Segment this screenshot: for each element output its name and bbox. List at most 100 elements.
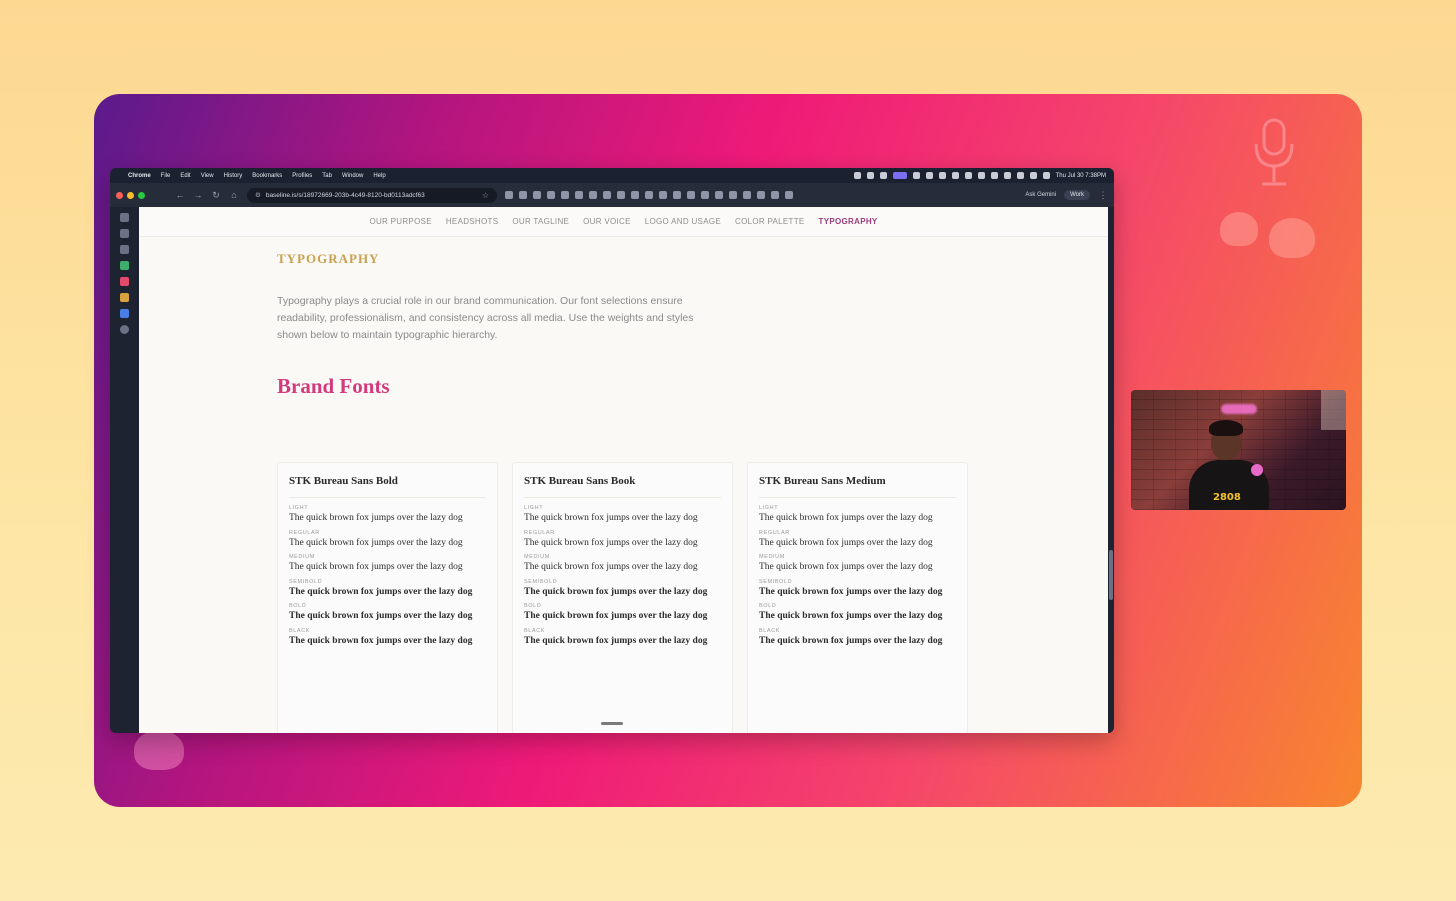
- minimize-window-button[interactable]: [127, 191, 134, 199]
- brand-fonts-heading: Brand Fonts: [277, 374, 390, 398]
- extension-icon[interactable]: [785, 191, 793, 199]
- nav-typography[interactable]: TYPOGRAPHY: [819, 217, 878, 226]
- tray-icon[interactable]: [990, 172, 998, 179]
- download-icon[interactable]: [771, 191, 779, 199]
- extension-icon[interactable]: [505, 191, 513, 199]
- extension-icon[interactable]: [575, 191, 583, 199]
- tray-icon[interactable]: [866, 172, 874, 179]
- sidebar-app-icon[interactable]: [119, 309, 129, 318]
- reload-icon[interactable]: ↻: [211, 190, 221, 201]
- ask-gemini-button[interactable]: Ask Gemini: [1025, 192, 1056, 198]
- sidebar-app-icon[interactable]: [119, 229, 129, 238]
- extension-icon[interactable]: [715, 191, 723, 199]
- browser-toolbar: ← → ↻ ⌂ ⚙ baseline.is/s/18972669-203b-4c…: [110, 183, 1114, 207]
- maximize-window-button[interactable]: [138, 191, 145, 199]
- tray-icon[interactable]: [853, 172, 861, 179]
- tray-icon[interactable]: [912, 172, 920, 179]
- forward-arrow-icon[interactable]: →: [193, 190, 203, 200]
- menu-profiles[interactable]: Profiles: [292, 173, 312, 179]
- sidebar-app-icon[interactable]: [119, 277, 129, 286]
- nav-our-voice[interactable]: OUR VOICE: [583, 217, 631, 226]
- wifi-icon[interactable]: [1016, 172, 1024, 179]
- font-name: STK Bureau Sans Bold: [289, 475, 486, 498]
- menu-help[interactable]: Help: [373, 173, 385, 179]
- font-sample: The quick brown fox jumps over the lazy …: [289, 635, 473, 646]
- add-icon[interactable]: [119, 325, 129, 334]
- sidebar-app-icon[interactable]: [119, 245, 129, 254]
- extension-icon[interactable]: [561, 191, 569, 199]
- menu-edit[interactable]: Edit: [180, 173, 190, 179]
- menu-tab[interactable]: Tab: [322, 173, 332, 179]
- section-intro: Typography plays a crucial role in our b…: [277, 295, 694, 341]
- font-sample: The quick brown fox jumps over the lazy …: [289, 611, 473, 621]
- vertical-scrollbar[interactable]: [1108, 207, 1114, 733]
- tray-icon[interactable]: [879, 172, 887, 179]
- font-card: STK Bureau Sans Book LIGHT The quick bro…: [512, 462, 733, 733]
- extension-icon[interactable]: [519, 191, 527, 199]
- extension-icon[interactable]: [645, 191, 653, 199]
- close-window-button[interactable]: [116, 191, 123, 199]
- extension-icon[interactable]: [659, 191, 667, 199]
- tray-icon[interactable]: [1003, 172, 1011, 179]
- webcam-overlay: 2808: [1131, 390, 1346, 510]
- more-menu-icon[interactable]: ⋮: [1098, 190, 1108, 201]
- tray-icon[interactable]: [964, 172, 972, 179]
- font-card: STK Bureau Sans Bold LIGHT The quick bro…: [277, 462, 498, 733]
- extension-icon[interactable]: [673, 191, 681, 199]
- address-bar[interactable]: ⚙ baseline.is/s/18972669-203b-4c49-8120-…: [247, 187, 497, 203]
- menu-window[interactable]: Window: [342, 173, 363, 179]
- font-sample: The quick brown fox jumps over the lazy …: [759, 611, 943, 621]
- nav-our-tagline[interactable]: OUR TAGLINE: [512, 217, 569, 226]
- extension-icon[interactable]: [631, 191, 639, 199]
- tray-icon[interactable]: [925, 172, 933, 179]
- sidebar-toggle-icon[interactable]: [119, 213, 129, 222]
- nav-color-palette[interactable]: COLOR PALETTE: [735, 217, 805, 226]
- extension-icon[interactable]: [743, 191, 751, 199]
- horizontal-scroll-indicator[interactable]: [601, 722, 623, 725]
- font-name: STK Bureau Sans Medium: [759, 475, 956, 498]
- tray-icon-highlight[interactable]: [892, 172, 907, 179]
- tray-icon[interactable]: [938, 172, 946, 179]
- browser-sidebar: [110, 207, 138, 733]
- bookmark-star-icon[interactable]: ☆: [482, 191, 489, 200]
- extension-icon[interactable]: [603, 191, 611, 199]
- shirt-print: 2808: [1213, 492, 1241, 503]
- profile-button[interactable]: Work: [1064, 190, 1090, 200]
- font-sample: The quick brown fox jumps over the lazy …: [289, 513, 463, 523]
- site-info-icon[interactable]: ⚙: [255, 191, 261, 199]
- font-sample: The quick brown fox jumps over the lazy …: [524, 537, 698, 548]
- font-sample: The quick brown fox jumps over the lazy …: [759, 513, 933, 523]
- extension-icon[interactable]: [729, 191, 737, 199]
- extension-icon[interactable]: [617, 191, 625, 199]
- nav-logo-and-usage[interactable]: LOGO AND USAGE: [645, 217, 721, 226]
- font-sample: The quick brown fox jumps over the lazy …: [759, 635, 943, 646]
- menu-bookmarks[interactable]: Bookmarks: [252, 173, 282, 179]
- extension-icon[interactable]: [547, 191, 555, 199]
- menu-file[interactable]: File: [161, 173, 171, 179]
- extension-icon[interactable]: [757, 191, 765, 199]
- microphone-icon: [1251, 464, 1263, 476]
- back-arrow-icon[interactable]: ←: [175, 190, 185, 200]
- podcast-mic-icon: [1254, 118, 1294, 186]
- extension-icon[interactable]: [687, 191, 695, 199]
- home-icon[interactable]: ⌂: [229, 190, 239, 200]
- menu-view[interactable]: View: [201, 173, 214, 179]
- extension-icon[interactable]: [589, 191, 597, 199]
- extension-icon[interactable]: [701, 191, 709, 199]
- menu-app-name[interactable]: Chrome: [128, 173, 151, 179]
- nav-headshots[interactable]: HEADSHOTS: [446, 217, 499, 226]
- menu-history[interactable]: History: [224, 173, 243, 179]
- font-card: STK Bureau Sans Medium LIGHT The quick b…: [747, 462, 968, 733]
- nav-our-purpose[interactable]: OUR PURPOSE: [369, 217, 431, 226]
- extension-icon[interactable]: [533, 191, 541, 199]
- search-icon[interactable]: [1029, 172, 1037, 179]
- sidebar-app-icon[interactable]: [119, 261, 129, 270]
- tray-icon[interactable]: [977, 172, 985, 179]
- control-center-icon[interactable]: [1042, 172, 1050, 179]
- heart-decoration: [1269, 218, 1315, 258]
- sidebar-app-icon[interactable]: [119, 293, 129, 302]
- tray-icon[interactable]: [951, 172, 959, 179]
- menubar-clock[interactable]: Thu Jul 30 7:38PM: [1056, 173, 1106, 179]
- site-nav: OUR PURPOSE HEADSHOTS OUR TAGLINE OUR VO…: [139, 207, 1108, 237]
- scrollbar-thumb[interactable]: [1109, 550, 1113, 600]
